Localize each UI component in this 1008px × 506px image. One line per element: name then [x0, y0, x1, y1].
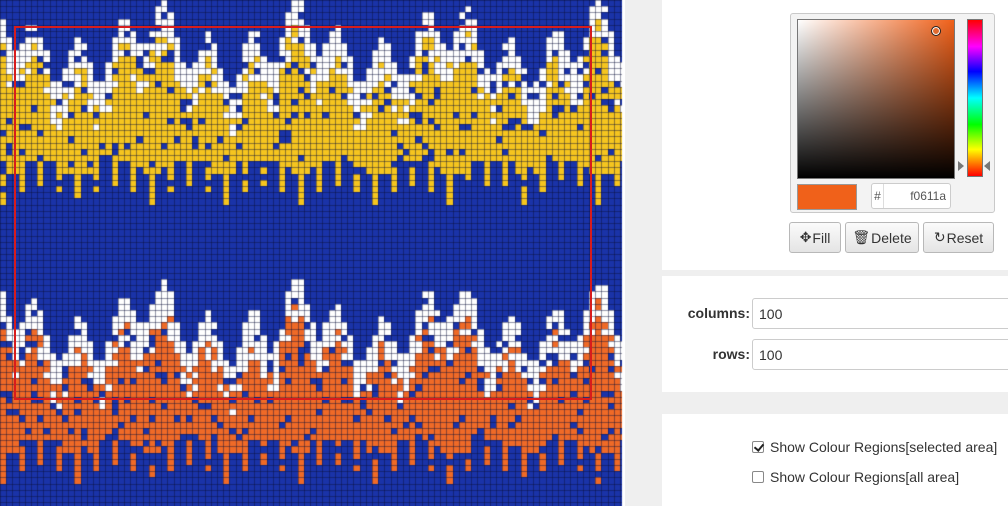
- regions-selected-checkbox[interactable]: [752, 441, 764, 453]
- reset-button[interactable]: ↻ Reset: [923, 222, 994, 253]
- regions-all-checkbox[interactable]: [752, 471, 764, 483]
- regions-selected-label: Show Colour Regions[selected area]: [770, 439, 998, 455]
- refresh-icon: ↻: [933, 229, 946, 245]
- display-options-panel: Show Colour Regions[selected area] Show …: [662, 414, 1008, 506]
- right-sidebar: # ✥ Fill 🗑 Delete ↻ Reset columns: rows:…: [625, 0, 1008, 506]
- hex-prefix: #: [872, 184, 884, 208]
- rows-label: rows:: [712, 346, 750, 362]
- color-picker[interactable]: #: [790, 13, 995, 213]
- hex-input[interactable]: [884, 189, 950, 203]
- pattern-canvas-area[interactable]: [0, 0, 625, 506]
- columns-input[interactable]: [752, 298, 1008, 329]
- rows-input[interactable]: [752, 339, 1008, 370]
- reset-button-label: Reset: [946, 229, 984, 246]
- color-tools-panel: # ✥ Fill 🗑 Delete ↻ Reset: [662, 0, 1008, 270]
- move-icon: ✥: [799, 229, 812, 245]
- delete-button[interactable]: 🗑 Delete: [845, 222, 919, 253]
- delete-button-label: Delete: [871, 229, 912, 246]
- fill-button-label: Fill: [812, 229, 831, 246]
- columns-label: columns:: [687, 305, 750, 321]
- pattern-grid-canvas[interactable]: [0, 0, 625, 506]
- hue-slider-handle-right[interactable]: [984, 161, 990, 171]
- saturation-value-area[interactable]: [797, 19, 955, 179]
- hue-slider-handle-left[interactable]: [958, 161, 964, 171]
- fill-button[interactable]: ✥ Fill: [789, 222, 841, 253]
- regions-all-label: Show Colour Regions[all area]: [770, 469, 960, 485]
- hex-field[interactable]: #: [871, 183, 951, 209]
- selected-color-swatch: [797, 184, 857, 210]
- hue-slider[interactable]: [967, 19, 983, 177]
- trash-icon: 🗑: [852, 229, 871, 245]
- color-cursor[interactable]: [931, 26, 941, 36]
- grid-size-panel: columns: rows:: [662, 276, 1008, 392]
- regions-all-option[interactable]: Show Colour Regions[all area]: [752, 469, 959, 485]
- regions-selected-option[interactable]: Show Colour Regions[selected area]: [752, 439, 997, 455]
